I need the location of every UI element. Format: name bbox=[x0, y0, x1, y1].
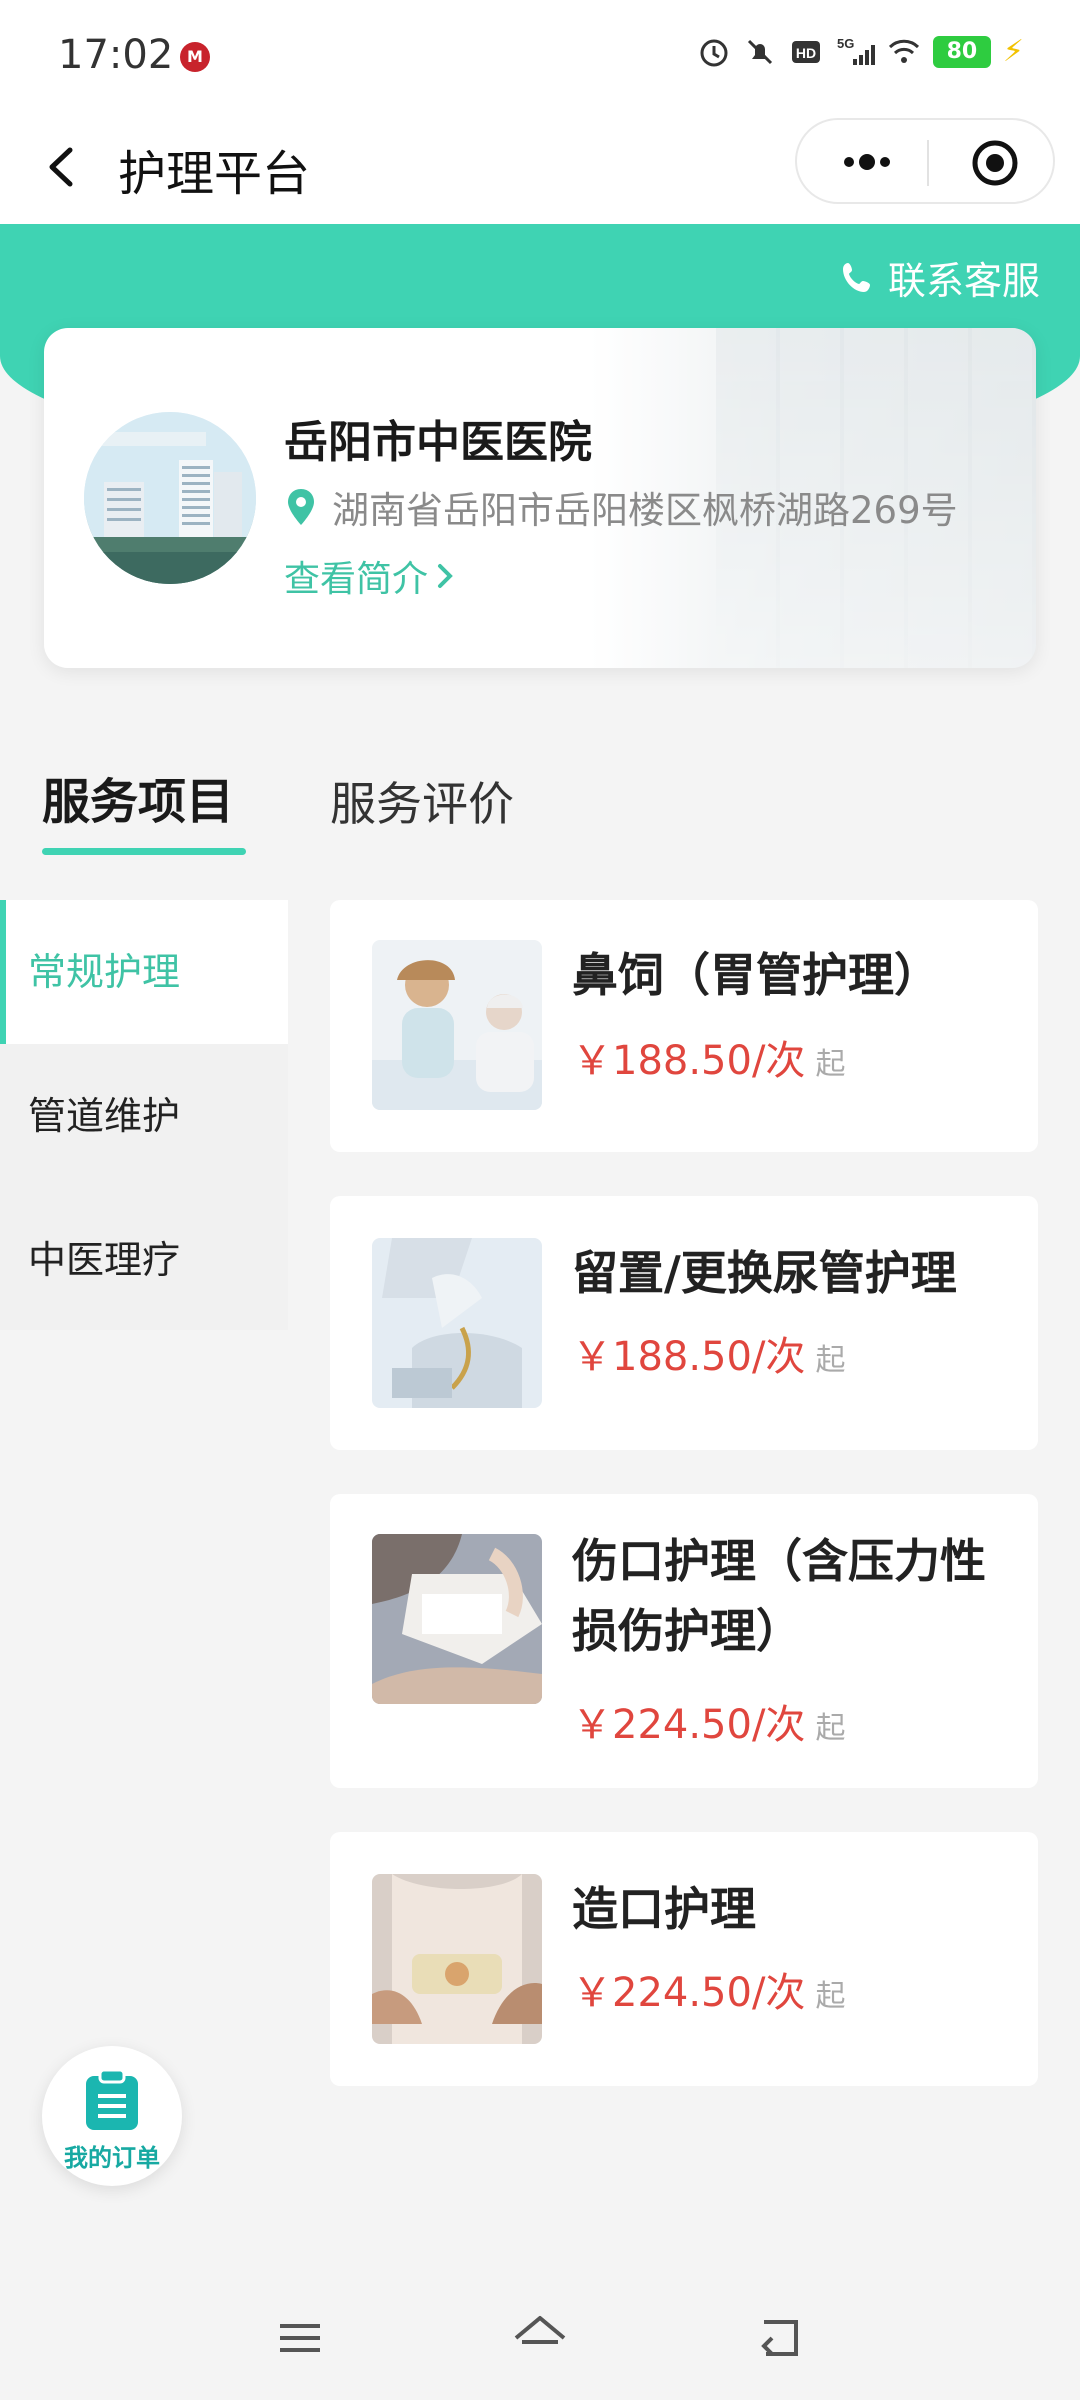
location-pin-icon bbox=[288, 489, 314, 525]
hospital-address-row: 湖南省岳阳市岳阳楼区枫桥湖路269号 bbox=[284, 480, 958, 534]
charging-icon: ⚡ bbox=[1002, 34, 1024, 69]
app-notification-icon: M bbox=[180, 42, 210, 72]
price-value: ￥188.50/次 bbox=[572, 1334, 806, 1380]
battery-level: 80 bbox=[946, 38, 978, 64]
status-bar: 17:02 M HD 5G 80 ⚡ bbox=[0, 0, 1080, 110]
5g-signal-icon: 5G bbox=[837, 36, 875, 65]
service-price: ￥224.50/次起 bbox=[572, 1692, 845, 1750]
battery-icon: 80 bbox=[932, 35, 991, 68]
service-image bbox=[372, 1874, 542, 2044]
hospital-photo bbox=[84, 412, 256, 584]
alarm-icon bbox=[700, 39, 728, 66]
view-intro-link[interactable]: 查看简介 bbox=[284, 550, 456, 602]
price-value: ￥224.50/次 bbox=[572, 1970, 806, 2016]
more-dots-icon[interactable] bbox=[837, 142, 897, 182]
mute-icon bbox=[747, 39, 772, 64]
sidebar-item-routine-care[interactable]: 常规护理 bbox=[0, 900, 288, 1044]
my-orders-button[interactable]: 我的订单 bbox=[42, 2046, 182, 2186]
hd-icon: HD bbox=[791, 40, 820, 63]
service-image bbox=[372, 1534, 542, 1704]
service-card[interactable]: 伤口护理（含压力性损伤护理） ￥224.50/次起 bbox=[330, 1494, 1038, 1788]
service-name: 伤口护理（含压力性损伤护理） bbox=[572, 1534, 986, 1658]
capsule-divider bbox=[927, 140, 929, 186]
category-sidebar: 常规护理 管道维护 中医理疗 bbox=[0, 900, 288, 1330]
price-from-label: 起 bbox=[815, 1343, 846, 1378]
service-name: 留置/更换尿管护理 bbox=[572, 1246, 957, 1300]
price-from-label: 起 bbox=[815, 1979, 846, 2014]
wifi-icon bbox=[888, 39, 919, 63]
service-card[interactable]: 留置/更换尿管护理 ￥188.50/次起 bbox=[330, 1196, 1038, 1450]
service-card[interactable]: 鼻饲（胃管护理） ￥188.50/次起 bbox=[330, 900, 1038, 1152]
system-navigation-bar bbox=[0, 2280, 1080, 2400]
price-from-label: 起 bbox=[815, 1711, 846, 1746]
clipboard-icon bbox=[86, 2068, 138, 2130]
contact-label: 联系客服 bbox=[887, 259, 1040, 303]
phone-icon bbox=[842, 262, 870, 292]
my-orders-label: 我的订单 bbox=[64, 2144, 160, 2172]
chevron-right-icon bbox=[438, 564, 453, 588]
back-icon[interactable] bbox=[750, 2308, 810, 2368]
view-intro-label: 查看简介 bbox=[284, 559, 429, 600]
hospital-building-illustration bbox=[84, 412, 256, 584]
service-name: 鼻饲（胃管护理） bbox=[572, 948, 940, 1002]
service-image bbox=[372, 1238, 542, 1408]
nav-bar: 护理平台 bbox=[0, 110, 1080, 224]
service-name: 造口护理 bbox=[572, 1882, 756, 1936]
active-tab-indicator bbox=[42, 848, 246, 855]
price-value: ￥224.50/次 bbox=[572, 1702, 806, 1748]
target-icon[interactable] bbox=[969, 137, 1021, 189]
menu-icon[interactable] bbox=[270, 2308, 330, 2368]
sidebar-item-tcm-therapy[interactable]: 中医理疗 bbox=[0, 1188, 288, 1332]
price-value: ￥188.50/次 bbox=[572, 1038, 806, 1084]
hospital-name: 岳阳市中医医院 bbox=[284, 417, 592, 468]
tab-services[interactable]: 服务项目 bbox=[42, 762, 234, 832]
service-price: ￥188.50/次起 bbox=[572, 1028, 845, 1086]
hospital-address: 湖南省岳阳市岳阳楼区枫桥湖路269号 bbox=[332, 489, 958, 532]
home-icon[interactable] bbox=[510, 2308, 570, 2368]
price-from-label: 起 bbox=[815, 1047, 846, 1082]
service-image bbox=[372, 940, 542, 1110]
chevron-left-icon[interactable] bbox=[40, 132, 84, 202]
svg-text:HD: HD bbox=[796, 45, 816, 61]
mini-program-capsule bbox=[795, 118, 1055, 204]
sidebar-item-tube-maintenance[interactable]: 管道维护 bbox=[0, 1044, 288, 1188]
svg-text:5G: 5G bbox=[837, 36, 854, 51]
contact-service-button[interactable]: 联系客服 bbox=[838, 250, 1040, 305]
page-title: 护理平台 bbox=[118, 146, 311, 202]
hospital-card[interactable]: 岳阳市中医医院 湖南省岳阳市岳阳楼区枫桥湖路269号 查看简介 bbox=[44, 328, 1036, 668]
status-time: 17:02 bbox=[58, 32, 174, 78]
status-icons: HD 5G 80 ⚡ bbox=[697, 34, 1024, 69]
tab-reviews[interactable]: 服务评价 bbox=[330, 768, 514, 834]
service-price: ￥224.50/次起 bbox=[572, 1960, 845, 2018]
service-price: ￥188.50/次起 bbox=[572, 1324, 845, 1382]
service-card[interactable]: 造口护理 ￥224.50/次起 bbox=[330, 1832, 1038, 2086]
